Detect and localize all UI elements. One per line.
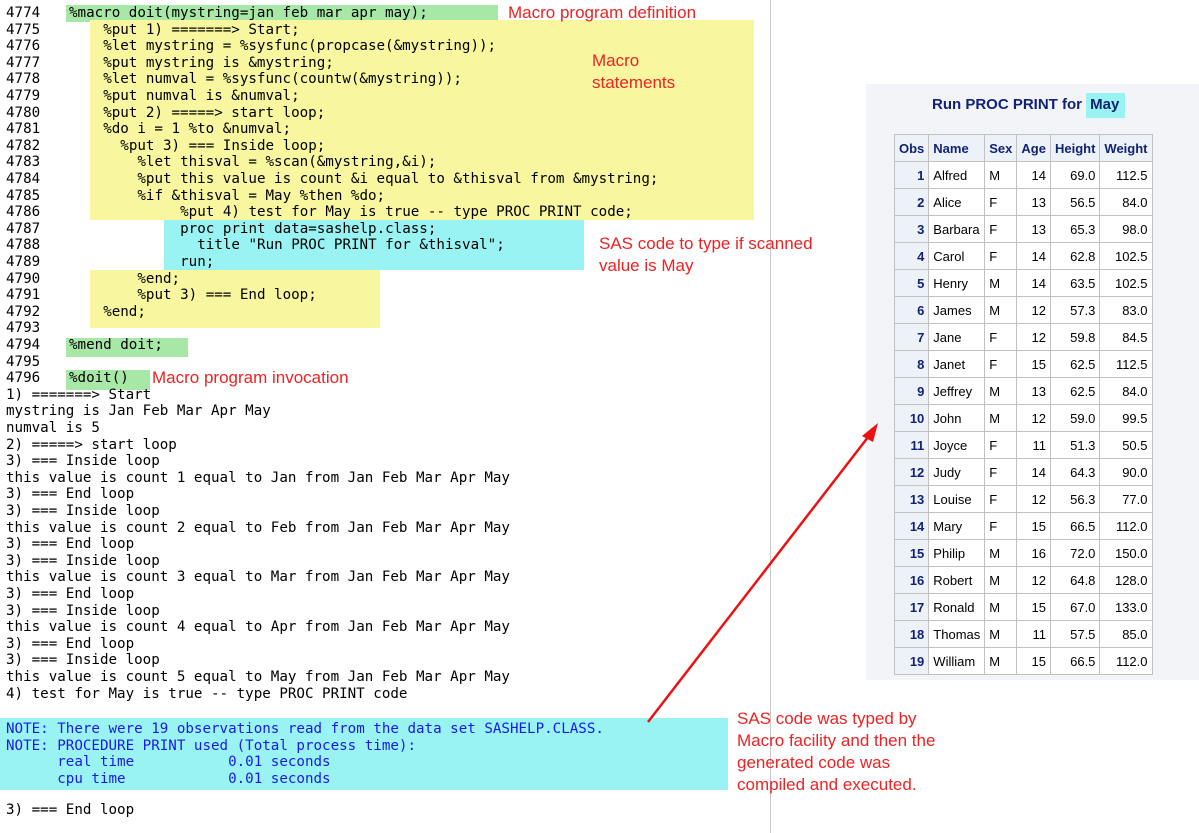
annotation-arrow-icon: [647, 423, 878, 723]
arrow-head: [862, 423, 878, 442]
arrow-line: [647, 431, 873, 723]
